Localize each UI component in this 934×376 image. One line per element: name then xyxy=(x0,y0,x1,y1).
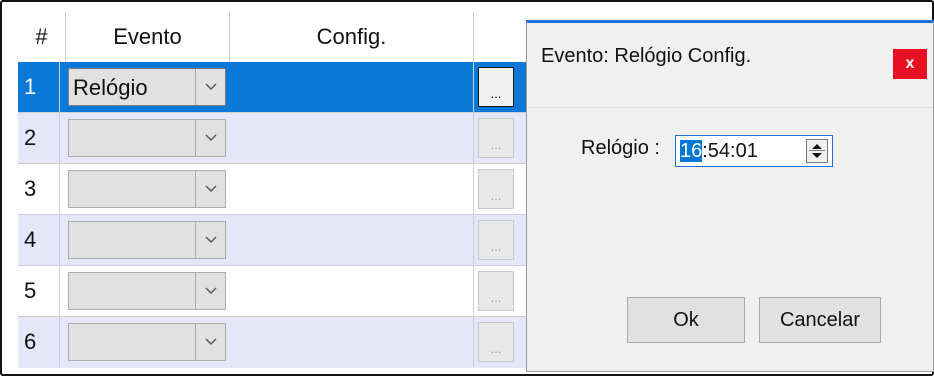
events-grid: # Evento Config. 1 Relógio ... 2 ... 3 .… xyxy=(18,12,526,368)
ok-button[interactable]: Ok xyxy=(627,297,745,343)
table-row[interactable]: 5 ... xyxy=(18,266,526,317)
chevron-down-icon[interactable] xyxy=(195,324,225,360)
evento-select[interactable] xyxy=(68,272,226,310)
config-cell xyxy=(230,317,474,367)
header-evento: Evento xyxy=(66,12,230,62)
config-button[interactable]: ... xyxy=(478,169,514,209)
config-cell xyxy=(230,266,474,316)
config-cell xyxy=(230,215,474,265)
config-cell xyxy=(230,62,474,112)
time-value[interactable]: 16:54:01 xyxy=(680,136,758,166)
config-button[interactable]: ... xyxy=(478,220,514,260)
spin-up-icon[interactable] xyxy=(812,144,822,149)
config-cell xyxy=(230,164,474,214)
table-row[interactable]: 1 Relógio ... xyxy=(18,62,526,113)
table-row[interactable]: 2 ... xyxy=(18,113,526,164)
evento-select[interactable] xyxy=(68,221,226,259)
chevron-down-icon[interactable] xyxy=(195,273,225,309)
cancel-button[interactable]: Cancelar xyxy=(759,297,881,343)
header-config: Config. xyxy=(230,12,474,62)
config-button[interactable]: ... xyxy=(478,118,514,158)
spin-down-icon[interactable] xyxy=(812,153,822,158)
chevron-down-icon[interactable] xyxy=(195,171,225,207)
table-row[interactable]: 4 ... xyxy=(18,215,526,266)
evento-select[interactable]: Relógio xyxy=(68,68,226,106)
config-button[interactable]: ... xyxy=(478,67,514,107)
time-spinner[interactable] xyxy=(806,139,828,163)
chevron-down-icon[interactable] xyxy=(195,120,225,156)
evento-select-value: Relógio xyxy=(73,75,148,100)
chevron-down-icon[interactable] xyxy=(195,222,225,258)
close-button[interactable]: x xyxy=(893,49,927,79)
row-number: 4 xyxy=(20,215,60,265)
time-picker[interactable]: 16:54:01 xyxy=(675,135,833,167)
evento-select[interactable] xyxy=(68,323,226,361)
header-number: # xyxy=(18,12,66,62)
header-action xyxy=(474,12,526,62)
row-number: 2 xyxy=(20,113,60,163)
row-number: 6 xyxy=(20,317,60,367)
time-hour-selected: 16 xyxy=(680,140,703,162)
grid-header: # Evento Config. xyxy=(18,12,526,63)
evento-select[interactable] xyxy=(68,119,226,157)
relogio-label: Relógio : xyxy=(581,137,660,159)
table-row[interactable]: 3 ... xyxy=(18,164,526,215)
row-number: 3 xyxy=(20,164,60,214)
config-cell xyxy=(230,113,474,163)
config-dialog: Evento: Relógio Config. x Relógio : 16:5… xyxy=(526,20,934,372)
dialog-title: Evento: Relógio Config. xyxy=(541,45,752,67)
time-minutes-seconds: :54:01 xyxy=(702,140,758,162)
table-row[interactable]: 6 ... xyxy=(18,317,526,368)
config-button[interactable]: ... xyxy=(478,271,514,311)
config-button[interactable]: ... xyxy=(478,322,514,362)
spin-divider xyxy=(809,150,825,151)
row-number: 5 xyxy=(20,266,60,316)
chevron-down-icon[interactable] xyxy=(195,69,225,105)
row-number: 1 xyxy=(20,62,60,112)
evento-select[interactable] xyxy=(68,170,226,208)
